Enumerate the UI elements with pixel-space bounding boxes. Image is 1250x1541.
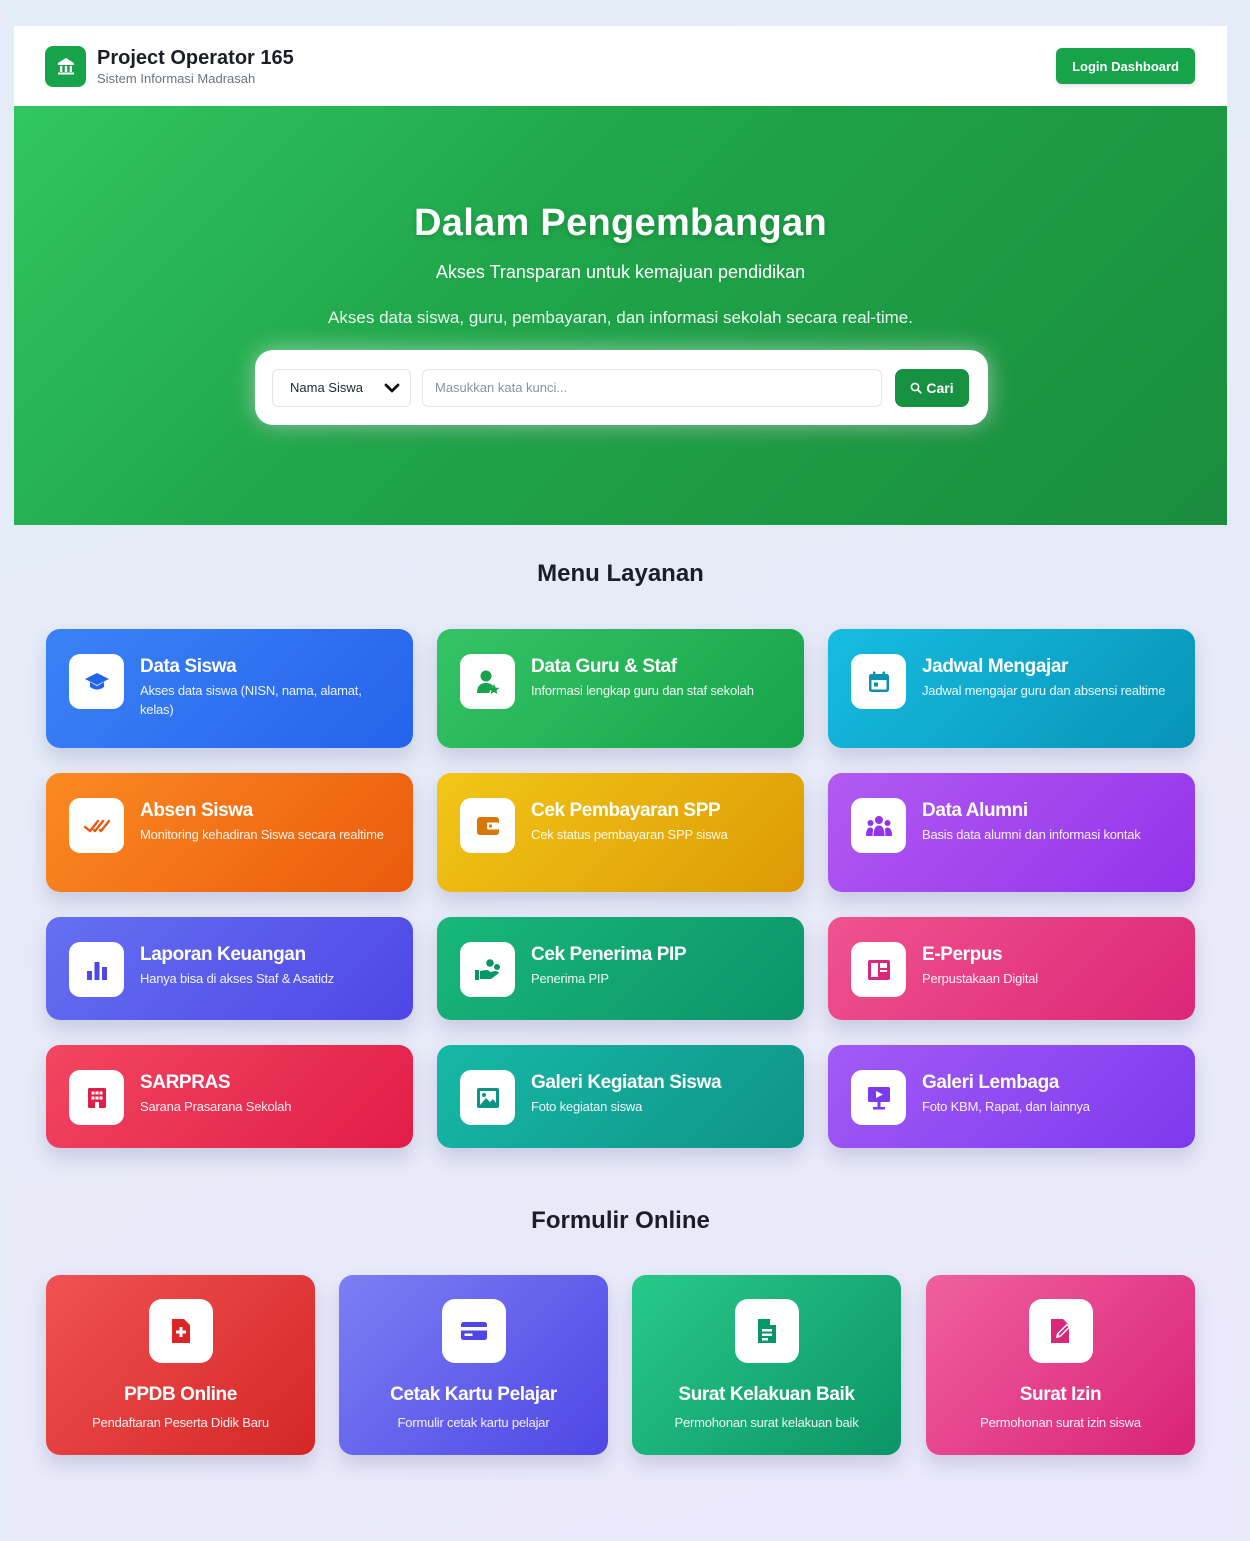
menu-card-cek-pip[interactable]: Cek Penerima PIP Penerima PIP [437,917,804,1020]
menu-card-jadwal-mengajar[interactable]: Jadwal Mengajar Jadwal mengajar guru dan… [828,629,1195,748]
forms-section-title: Formulir Online [531,1207,710,1234]
menu-card-cek-spp[interactable]: Cek Pembayaran SPP Cek status pembayaran… [437,773,804,892]
search-box: Nama Siswa Cari [255,350,988,425]
menu-card-galeri-kegiatan[interactable]: Galeri Kegiatan Siswa Foto kegiatan sisw… [437,1045,804,1148]
menu-card-title: E-Perpus [922,944,1003,965]
graduation-cap-icon [69,654,124,709]
form-card-description: Pendaftaran Peserta Didik Baru [92,1415,269,1430]
menu-card-title: Jadwal Mengajar [922,656,1069,677]
school-logo-icon [45,45,86,87]
menu-card-description: Hanya bisa di akses Staf & Asatidz [140,971,335,986]
hand-coins-icon [460,942,515,997]
chevron-down-icon [384,383,400,392]
image-icon [460,1070,515,1125]
form-card-description: Permohonan surat izin siswa [980,1415,1141,1430]
form-card-ppdb[interactable]: PPDB Online Pendaftaran Peserta Didik Ba… [46,1275,315,1455]
menu-card-galeri-lembaga[interactable]: Galeri Lembaga Foto KBM, Rapat, dan lain… [828,1045,1195,1148]
form-card-title: Cetak Kartu Pelajar [390,1384,557,1405]
menu-card-absen-siswa[interactable]: Absen Siswa Monitoring kehadiran Siswa s… [46,773,413,892]
top-navbar: Project Operator 165 Sistem Informasi Ma… [14,26,1227,106]
menu-card-description: Perpustakaan Digital [922,971,1038,986]
form-card-description: Formulir cetak kartu pelajar [397,1415,550,1430]
hero-title: Dalam Pengembangan [414,202,827,244]
book-icon [851,942,906,997]
menu-card-title: Cek Pembayaran SPP [531,800,721,821]
form-card-kartu-pelajar[interactable]: Cetak Kartu Pelajar Formulir cetak kartu… [339,1275,608,1455]
menu-card-sarpras[interactable]: SARPRAS Sarana Prasarana Sekolah [46,1045,413,1148]
menu-card-title: Laporan Keuangan [140,944,306,965]
form-card-title: Surat Kelakuan Baik [678,1384,855,1405]
search-category-select[interactable]: Nama Siswa [272,368,411,407]
menu-card-description: Penerima PIP [531,971,609,986]
form-card-surat-izin[interactable]: Surat Izin Permohonan surat izin siswa [926,1275,1195,1455]
menu-card-description: Informasi lengkap guru dan staf sekolah [531,683,754,698]
hero-banner: Dalam Pengembangan Akses Transparan untu… [14,106,1227,525]
search-button[interactable]: Cari [895,368,969,407]
form-card-description: Permohonan surat kelakuan baik [674,1415,859,1430]
menu-card-title: Cek Penerima PIP [531,944,687,965]
menu-card-description: Foto kegiatan siswa [531,1099,643,1114]
menu-card-data-siswa[interactable]: Data Siswa Akses data siswa (NISN, nama,… [46,629,413,748]
menu-card-description: Cek status pembayaran SPP siswa [531,827,728,842]
menu-card-description: Foto KBM, Rapat, dan lainnya [922,1099,1090,1114]
menu-card-title: Data Guru & Staf [531,656,677,677]
menu-card-title: Data Siswa [140,656,237,677]
menu-card-title: Galeri Lembaga [922,1072,1059,1093]
menu-card-description: Monitoring kehadiran Siswa secara realti… [140,827,384,842]
menu-card-description: Akses data siswa (NISN, nama, alamat, ke… [140,683,362,717]
search-category-value: Nama Siswa [290,380,363,395]
id-card-icon [441,1299,506,1363]
search-icon [910,382,923,394]
form-card-title: PPDB Online [124,1384,237,1405]
form-card-title: Surat Izin [1019,1384,1102,1405]
menu-card-title: Data Alumni [922,800,1028,821]
search-input[interactable] [422,368,882,407]
menu-card-description: Sarana Prasarana Sekolah [140,1099,292,1114]
file-plus-icon [148,1299,213,1363]
menu-card-description: Jadwal mengajar guru dan absensi realtim… [922,683,1166,698]
search-button-label: Cari [926,379,954,396]
app-frame: Project Operator 165 Sistem Informasi Ma… [14,26,1227,1455]
menu-card-laporan-keuangan[interactable]: Laporan Keuangan Hanya bisa di akses Sta… [46,917,413,1020]
site-subtitle: Sistem Informasi Madrasah [97,70,256,86]
brand[interactable]: Project Operator 165 Sistem Informasi Ma… [45,45,294,87]
login-dashboard-button[interactable]: Login Dashboard [1056,48,1195,84]
user-star-icon [460,654,515,709]
menu-card-e-perpus[interactable]: E-Perpus Perpustakaan Digital [828,917,1195,1020]
menu-card-title: Absen Siswa [140,800,253,821]
menu-card-title: Galeri Kegiatan Siswa [531,1072,722,1093]
users-icon [851,798,906,853]
wallet-icon [460,798,515,853]
building-icon [69,1070,124,1125]
form-card-kelakuan-baik[interactable]: Surat Kelakuan Baik Permohonan surat kel… [632,1275,901,1455]
check-double-icon [69,798,124,853]
presentation-icon [851,1070,906,1125]
hero-tagline: Akses Transparan untuk kemajuan pendidik… [435,262,806,282]
menu-card-description: Basis data alumni dan informasi kontak [922,827,1141,842]
calendar-icon [851,654,906,709]
file-text-icon [734,1299,799,1363]
hero-description: Akses data siswa, guru, pembayaran, dan … [328,308,913,327]
menu-section-title: Menu Layanan [537,560,704,587]
edit-file-icon [1028,1299,1093,1363]
menu-card-data-alumni[interactable]: Data Alumni Basis data alumni dan inform… [828,773,1195,892]
site-title: Project Operator 165 [97,46,294,69]
menu-card-data-guru[interactable]: Data Guru & Staf Informasi lengkap guru … [437,629,804,748]
bar-chart-icon [69,942,124,997]
menu-card-title: SARPRAS [140,1072,231,1093]
